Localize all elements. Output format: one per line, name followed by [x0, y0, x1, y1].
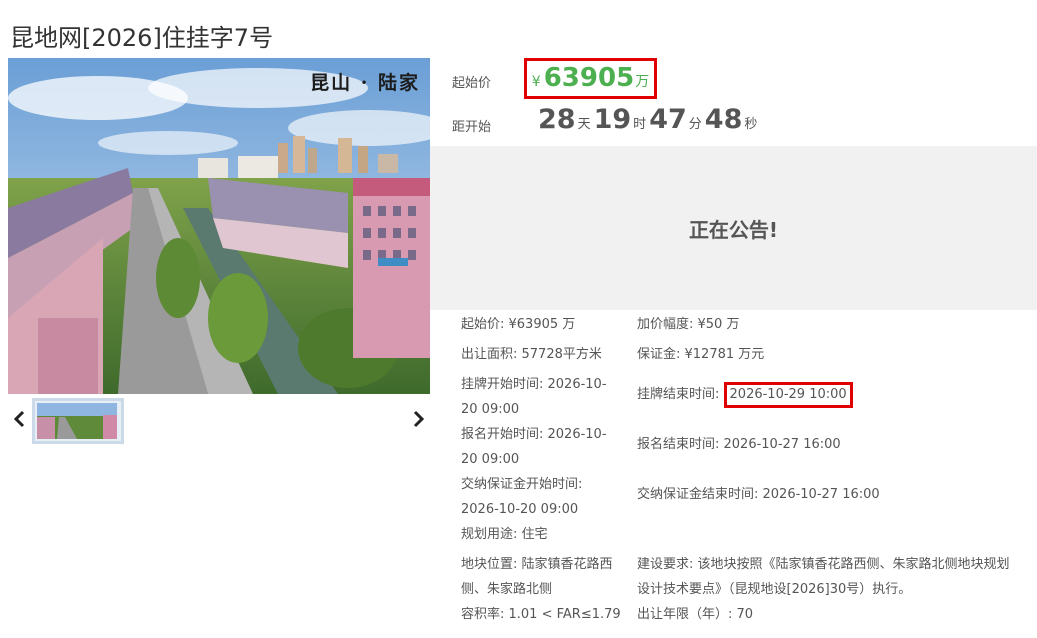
detail-reg-end: 报名结束时间: 2026-10-27 16:00	[637, 437, 841, 452]
price-unit: 万	[635, 74, 650, 90]
detail-listing-end: 挂牌结束时间: 2026-10-29 10:00	[637, 382, 853, 408]
chevron-left-icon	[13, 410, 25, 428]
countdown-hours-unit: 时	[633, 117, 647, 132]
thumbnail-strip	[8, 398, 430, 444]
countdown-row: 距开始 28 天 19 时 47 分 48 秒	[452, 104, 1037, 140]
detail-term: 出让年限（年）: 70	[637, 607, 754, 622]
countdown-timer: 28 天 19 时 47 分 48 秒	[538, 104, 760, 135]
detail-usage: 规划用途: 住宅	[461, 527, 548, 542]
detail-far: 容积率: 1.01 < FAR≤1.79	[461, 607, 621, 622]
page-title: 昆地网[2026]住挂字7号	[10, 24, 274, 52]
detail-reg-start-line1: 报名开始时间: 2026-10-	[461, 427, 607, 442]
countdown-seconds-unit: 秒	[744, 117, 758, 132]
photo-caption: 昆山 · 陆家	[310, 72, 420, 94]
detail-location-line1: 地块位置: 陆家镇香花路西	[461, 557, 613, 572]
listing-end-highlight: 2026-10-29 10:00	[723, 382, 853, 408]
detail-reg-start: 报名开始时间: 2026-10- 20 09:00	[461, 422, 607, 472]
status-panel: 正在公告!	[430, 146, 1037, 310]
countdown-minutes-unit: 分	[688, 117, 702, 132]
detail-requirement: 建设要求: 该地块按照《陆家镇香花路西侧、朱家路北侧地块规划 设计技术要点》（昆…	[637, 552, 1010, 602]
next-photo-button[interactable]	[408, 404, 430, 434]
countdown-days-unit: 天	[577, 117, 591, 132]
status-text: 正在公告!	[688, 217, 779, 242]
price-label: 起始价	[452, 76, 492, 91]
countdown-seconds: 48	[704, 104, 743, 135]
chevron-right-icon	[413, 410, 425, 428]
land-photo-image	[8, 58, 430, 394]
detail-reg-start-line2: 20 09:00	[461, 452, 520, 467]
thumbnail-image	[37, 403, 117, 439]
detail-requirement-line2: 设计技术要点》（昆规地设[2026]30号）执行。	[637, 582, 912, 597]
countdown-days: 28	[538, 104, 576, 135]
detail-listing-start: 挂牌开始时间: 2026-10- 20 09:00	[461, 372, 607, 422]
countdown-label: 距开始	[452, 120, 492, 135]
detail-deposit-start-line2: 2026-10-20 09:00	[461, 502, 579, 517]
countdown-minutes: 47	[649, 104, 687, 135]
detail-requirement-line1: 建设要求: 该地块按照《陆家镇香花路西侧、朱家路北侧地块规划	[637, 557, 1010, 572]
price-row: 起始价 ¥ 63905 万	[452, 58, 1037, 100]
countdown-hours: 19	[593, 104, 632, 135]
detail-area: 出让面积: 57728平方米	[461, 347, 602, 362]
detail-deposit: 保证金: ¥12781 万元	[637, 347, 765, 362]
detail-listing-start-line1: 挂牌开始时间: 2026-10-	[461, 377, 607, 392]
price-currency: ¥	[531, 74, 541, 90]
land-photo: 昆山 · 陆家	[8, 58, 430, 394]
detail-location-line2: 侧、朱家路北侧	[461, 582, 553, 597]
detail-deposit-start: 交纳保证金开始时间: 2026-10-20 09:00	[461, 472, 582, 522]
detail-listing-end-label: 挂牌结束时间:	[637, 387, 720, 402]
price-value: 63905	[543, 63, 635, 93]
detail-location: 地块位置: 陆家镇香花路西 侧、朱家路北侧	[461, 552, 613, 602]
detail-deposit-end: 交纳保证金结束时间: 2026-10-27 16:00	[637, 487, 880, 502]
prev-photo-button[interactable]	[8, 404, 30, 434]
detail-deposit-start-line1: 交纳保证金开始时间:	[461, 477, 583, 492]
photo-thumbnail[interactable]	[32, 398, 124, 444]
starting-price-highlight: ¥ 63905 万	[524, 58, 657, 99]
detail-listing-start-line2: 20 09:00	[461, 402, 520, 417]
detail-start-price: 起始价: ¥63905 万	[461, 317, 576, 332]
detail-increment: 加价幅度: ¥50 万	[637, 317, 740, 332]
